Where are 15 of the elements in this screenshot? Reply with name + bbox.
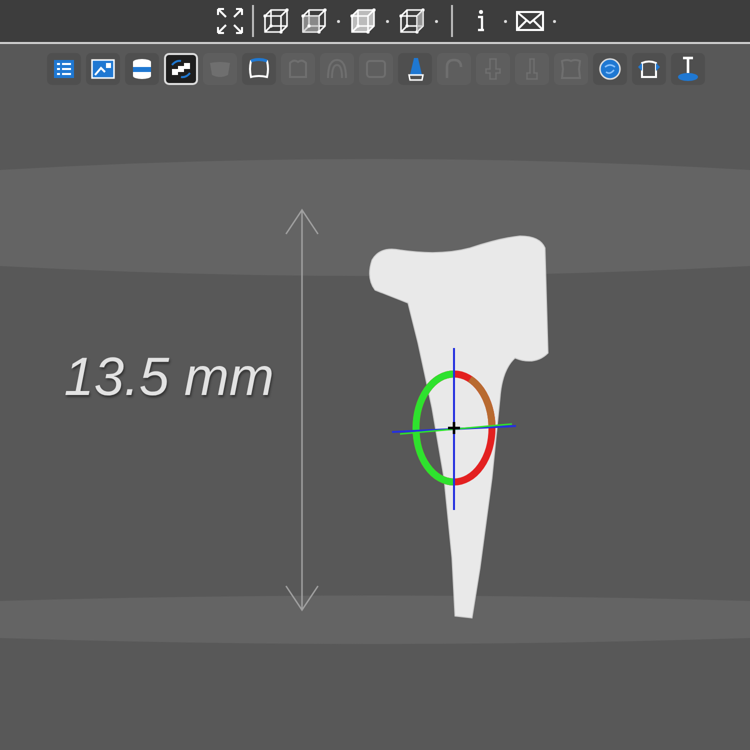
tool-button[interactable]	[398, 53, 432, 85]
tool-button[interactable]	[164, 53, 198, 85]
tool-button[interactable]	[671, 53, 705, 85]
cube-icon	[396, 6, 426, 36]
shaded-cube-icon	[348, 6, 378, 36]
wireframe-cube-icon	[260, 6, 290, 36]
measurement-label: 13.5 mm	[64, 346, 274, 408]
tool-button[interactable]	[242, 53, 276, 85]
tool-button[interactable]	[125, 53, 159, 85]
tool-button[interactable]	[632, 53, 666, 85]
tool-button[interactable]	[86, 53, 120, 85]
tool-button[interactable]	[47, 53, 81, 85]
tool-button[interactable]	[593, 53, 627, 85]
cube-icon	[298, 6, 328, 36]
fit-view-icon	[214, 6, 244, 36]
